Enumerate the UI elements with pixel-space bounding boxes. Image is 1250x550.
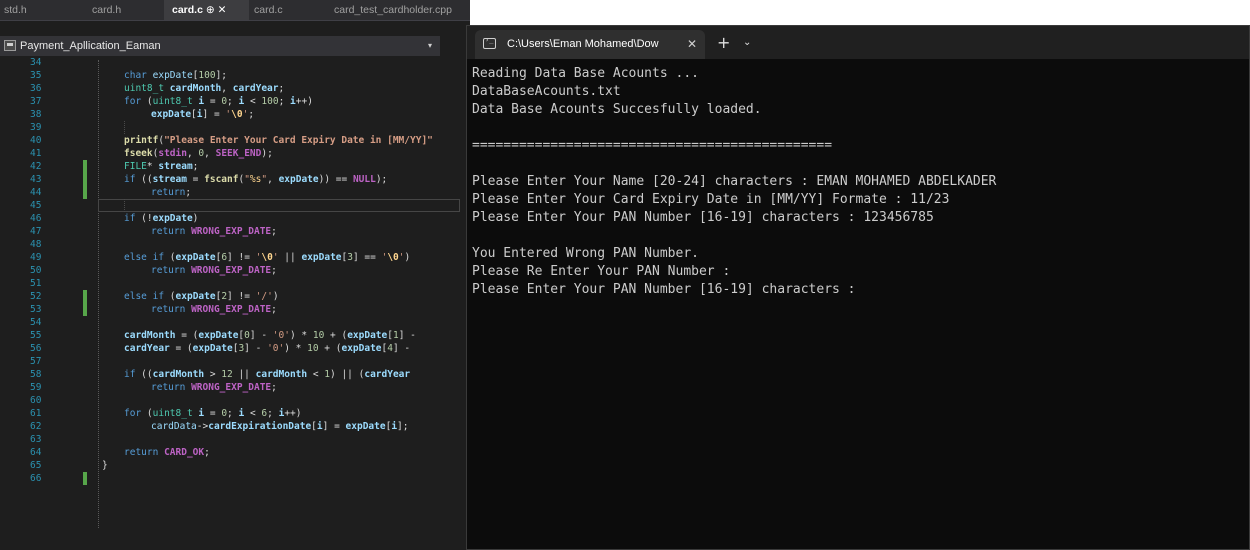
code-editor-window: std.h card.h card.c ⊕ ✕ card.c card_test… bbox=[0, 0, 470, 550]
code-line: fseek(stdin, 0, SEEK_END); bbox=[124, 148, 273, 159]
terminal-icon bbox=[483, 36, 496, 49]
close-icon[interactable]: ✕ bbox=[687, 30, 697, 59]
chevron-down-icon[interactable]: ⌄ bbox=[743, 26, 751, 59]
code-line: return CARD_OK; bbox=[124, 447, 210, 458]
code-line: cardData->cardExpirationDate[i] = expDat… bbox=[151, 421, 409, 432]
code-line: return WRONG_EXP_DATE; bbox=[151, 226, 277, 237]
project-icon bbox=[4, 40, 16, 51]
closing-brace: } bbox=[102, 460, 108, 471]
terminal-prompt-line: Please Enter Your PAN Number [16-19] cha… bbox=[472, 282, 856, 297]
terminal-line: Data Base Acounts Succesfully loaded. bbox=[472, 102, 762, 117]
current-line-highlight bbox=[98, 199, 460, 212]
editor-tab-bar: std.h card.h card.c ⊕ ✕ card.c card_test… bbox=[0, 0, 470, 21]
terminal-tab[interactable]: C:\Users\Eman Mohamed\Dow ✕ bbox=[475, 30, 705, 59]
pin-icon[interactable]: ⊕ bbox=[206, 4, 215, 16]
code-line: else if (expDate[2] != '/') bbox=[124, 291, 279, 302]
code-line: uint8_t cardMonth, cardYear; bbox=[124, 83, 285, 94]
terminal-tab-bar: C:\Users\Eman Mohamed\Dow ✕ + ⌄ bbox=[467, 26, 1249, 59]
code-line: if (!expDate) bbox=[124, 213, 199, 224]
terminal-tab-title: C:\Users\Eman Mohamed\Dow bbox=[507, 38, 659, 50]
code-line: expDate[i] = '\0'; bbox=[151, 109, 255, 120]
code-line: return; bbox=[151, 187, 192, 198]
terminal-window: C:\Users\Eman Mohamed\Dow ✕ + ⌄ Reading … bbox=[466, 25, 1250, 550]
code-line: FILE* stream; bbox=[124, 161, 199, 172]
indent-guide bbox=[124, 121, 125, 134]
close-icon[interactable]: ✕ bbox=[218, 4, 227, 16]
project-name: Payment_Apllication_Eaman bbox=[20, 40, 161, 52]
code-line: return WRONG_EXP_DATE; bbox=[151, 382, 277, 393]
code-line: if ((stream = fscanf("%s", expDate)) == … bbox=[124, 174, 388, 185]
tab-label: card.h bbox=[92, 4, 122, 16]
new-tab-button[interactable]: + bbox=[717, 26, 730, 59]
tab-label: std.h bbox=[4, 4, 27, 16]
code-line: if ((cardMonth > 12 || cardMonth < 1) ||… bbox=[124, 369, 411, 380]
terminal-separator: ========================================… bbox=[472, 138, 833, 153]
project-dropdown[interactable]: Payment_Apllication_Eaman ▾ bbox=[0, 36, 440, 56]
tab-std-h[interactable]: std.h bbox=[4, 0, 44, 20]
tab-label: card.c bbox=[254, 4, 283, 16]
code-line: cardMonth = (expDate[0] - '0') * 10 + (e… bbox=[124, 330, 416, 341]
tab-label: card_test_cardholder.cpp bbox=[334, 4, 452, 16]
code-line: return WRONG_EXP_DATE; bbox=[151, 304, 277, 315]
code-line: for (uint8_t i = 0; i < 6; i++) bbox=[124, 408, 302, 419]
tab-card-c[interactable]: card.c bbox=[254, 0, 304, 20]
terminal-line: Please Enter Your PAN Number [16-19] cha… bbox=[472, 210, 934, 225]
chevron-down-icon[interactable]: ▾ bbox=[428, 36, 432, 56]
code-area[interactable]: char expDate[100]; uint8_t cardMonth, ca… bbox=[0, 56, 470, 550]
tab-label: card.c bbox=[172, 4, 203, 16]
code-line: cardYear = (expDate[3] - '0') * 10 + (ex… bbox=[124, 343, 411, 354]
indent-guide bbox=[124, 199, 125, 212]
code-line: else if (expDate[6] != '\0' || expDate[3… bbox=[124, 252, 411, 263]
code-line: printf("Please Enter Your Card Expiry Da… bbox=[124, 135, 433, 146]
code-line: for (uint8_t i = 0; i < 100; i++) bbox=[124, 96, 313, 107]
tab-card-test-cardholder[interactable]: card_test_cardholder.cpp bbox=[334, 0, 466, 20]
terminal-output[interactable]: Reading Data Base Acounts ... DataBaseAc… bbox=[467, 59, 1249, 549]
code-line: char expDate[100]; bbox=[124, 70, 228, 81]
tab-card-h[interactable]: card.h bbox=[92, 0, 142, 20]
code-line: return WRONG_EXP_DATE; bbox=[151, 265, 277, 276]
tab-card-c-active[interactable]: card.c ⊕ ✕ bbox=[164, 0, 249, 20]
